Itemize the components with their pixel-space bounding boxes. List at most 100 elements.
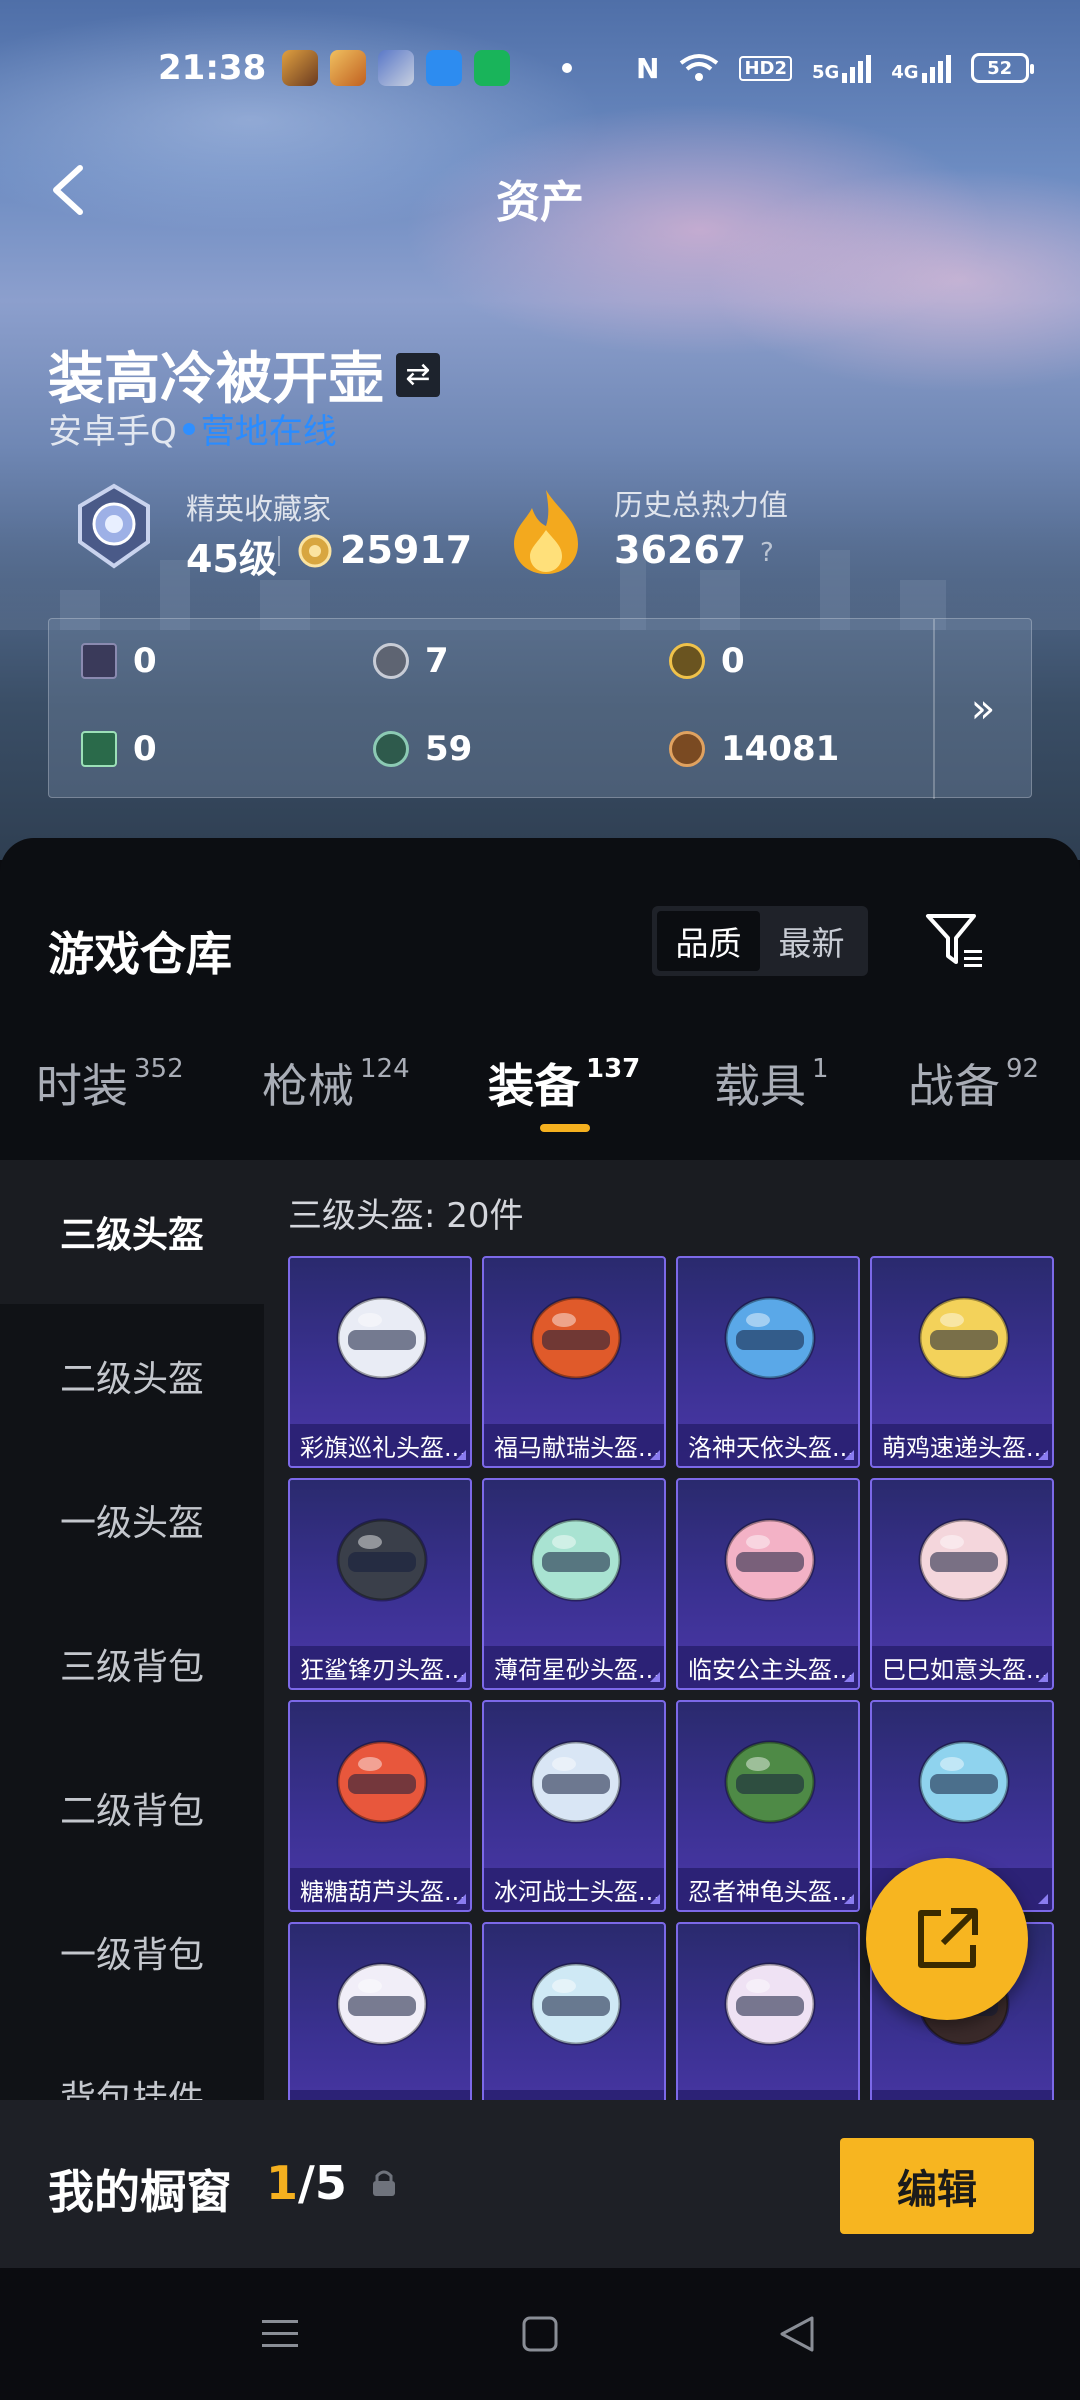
item-name (872, 2090, 1052, 2100)
profile-subline: 安卓手Q 营地在线 (48, 404, 337, 453)
card-purple-icon (81, 643, 117, 679)
item-card[interactable] (676, 1922, 860, 2100)
item-card[interactable]: 薄荷星砂头盔... (482, 1478, 666, 1690)
back-icon[interactable] (772, 2308, 824, 2360)
currency-item: 0 (81, 641, 157, 681)
menu-icon[interactable] (254, 2308, 306, 2360)
tab-count: 137 (586, 1054, 641, 1084)
battery-level: 52 (987, 57, 1013, 79)
item-card[interactable]: 洛神天依头盔... (676, 1256, 860, 1468)
more-currencies-button[interactable]: » (933, 619, 1031, 799)
sort-toggle[interactable]: 品质 最新 (652, 906, 868, 976)
item-name: 彩旗巡礼头盔... (290, 1424, 470, 1466)
sidebar-item-helmet-1[interactable]: 一级头盔 (0, 1448, 264, 1592)
sidebar-item-backpack-1[interactable]: 一级背包 (0, 1880, 264, 2024)
item-name: 忍者神龟头盔... (678, 1868, 858, 1910)
share-button[interactable] (866, 1858, 1028, 2020)
item-card[interactable]: 萌鸡速递头盔... (870, 1256, 1054, 1468)
tab-count: 124 (360, 1054, 410, 1084)
edit-button[interactable]: 编辑 (840, 2138, 1034, 2234)
online-status: 营地在线 (200, 412, 337, 452)
my-window-count: 1/5 (266, 2156, 347, 2210)
sidebar-item-backpack-pendant[interactable]: 背包挂件 (0, 2024, 264, 2100)
signal-5g-icon: 5G (811, 53, 872, 83)
tab-fashion[interactable]: 时装 352 (36, 1050, 184, 1116)
tab-weapons[interactable]: 枪械 124 (262, 1050, 410, 1116)
item-card[interactable]: 彩旗巡礼头盔... (288, 1256, 472, 1468)
currency-item: 0 (81, 729, 157, 769)
sort-latest-option[interactable]: 最新 (760, 911, 863, 971)
item-card[interactable]: 临安公主头盔... (676, 1478, 860, 1690)
cat-app-icon (378, 50, 414, 86)
category-tabs: 时装 352 枪械 124 装备 137 载具 1 战备 92 (0, 1050, 1080, 1160)
notification-app-icons (282, 50, 510, 86)
share-icon (918, 1908, 978, 1968)
helmet-icon (724, 1740, 816, 1824)
item-card[interactable] (288, 1922, 472, 2100)
heat-label: 历史总热力值 (614, 488, 789, 522)
item-card[interactable]: 福马献瑞头盔... (482, 1256, 666, 1468)
active-tab-indicator (540, 1124, 590, 1132)
quality-corner-mark (844, 1450, 854, 1460)
tab-label: 枪械 (262, 1059, 354, 1113)
filter-icon[interactable] (924, 910, 986, 972)
tab-label: 战备 (908, 1059, 1000, 1113)
player-nickname: 装高冷被开壶 (48, 347, 384, 412)
folder-app-icon (426, 50, 462, 86)
sidebar-item-helmet-3[interactable]: 三级头盔 (0, 1160, 264, 1304)
tab-label: 装备 (488, 1059, 580, 1113)
switch-account-icon[interactable]: ⇄ (396, 352, 440, 397)
window-current: 1 (266, 2156, 299, 2210)
heat-value: 36267 (614, 528, 747, 572)
game-app-icon (282, 50, 318, 86)
quality-corner-mark (844, 1894, 854, 1904)
item-name: 薄荷星砂头盔... (484, 1646, 664, 1688)
tab-count: 92 (1006, 1054, 1040, 1084)
tab-equipment[interactable]: 装备 137 (488, 1050, 640, 1116)
coin-green-icon (373, 731, 409, 767)
item-card[interactable]: 巳巳如意头盔... (870, 1478, 1054, 1690)
tab-vehicles[interactable]: 载具 1 (714, 1050, 829, 1116)
quality-corner-mark (1038, 1894, 1048, 1904)
collector-title: 精英收藏家 (186, 492, 332, 526)
network-5g-label: 5G (811, 62, 840, 83)
item-name: 冰河战士头盔... (484, 1868, 664, 1910)
quality-corner-mark (1038, 1450, 1048, 1460)
item-card[interactable] (482, 1922, 666, 2100)
item-card[interactable]: 糖糖葫芦头盔... (288, 1700, 472, 1912)
helmet-icon (530, 1518, 622, 1602)
item-card[interactable]: 忍者神龟头盔... (676, 1700, 860, 1912)
sidebar-item-backpack-3[interactable]: 三级背包 (0, 1592, 264, 1736)
collector-badge-icon[interactable] (70, 482, 158, 570)
sidebar-item-backpack-2[interactable]: 二级背包 (0, 1736, 264, 1880)
notification-dot (562, 63, 572, 73)
help-icon[interactable]: ? (760, 538, 774, 568)
helmet-icon (336, 1962, 428, 2046)
sidebar-item-helmet-2[interactable]: 二级头盔 (0, 1304, 264, 1448)
currency-value: 7 (425, 641, 449, 681)
item-name: 巳巳如意头盔... (872, 1646, 1052, 1688)
currency-panel[interactable]: 0 7 0 0 59 14081 » (48, 618, 1032, 799)
collector-points-icon (298, 534, 332, 568)
flame-icon (514, 490, 578, 574)
sort-quality-option[interactable]: 品质 (657, 911, 760, 971)
quality-corner-mark (456, 1672, 466, 1682)
sub-category-sidebar: 三级头盔 二级头盔 一级头盔 三级背包 二级背包 一级背包 背包挂件 (0, 1160, 264, 2100)
home-icon[interactable] (514, 2308, 566, 2360)
currency-item: 14081 (669, 729, 839, 769)
system-navigation-bar (0, 2268, 1080, 2400)
divider (278, 536, 280, 566)
card-green-icon (81, 731, 117, 767)
quality-corner-mark (650, 1450, 660, 1460)
item-card[interactable]: 冰河战士头盔... (482, 1700, 666, 1912)
item-name: 狂鲨锋刃头盔... (290, 1646, 470, 1688)
item-count-label: 三级头盔: 20件 (288, 1196, 524, 1236)
helmet-icon (336, 1518, 428, 1602)
coin-gold-icon (669, 643, 705, 679)
helmet-icon (918, 1296, 1010, 1380)
helmet-icon (530, 1296, 622, 1380)
tab-gear[interactable]: 战备 92 (908, 1050, 1039, 1116)
item-card[interactable]: 狂鲨锋刃头盔... (288, 1478, 472, 1690)
status-bar: 21:38 N HD2 5G 4G 52 (0, 40, 1080, 96)
tab-label: 载具 (714, 1059, 806, 1113)
